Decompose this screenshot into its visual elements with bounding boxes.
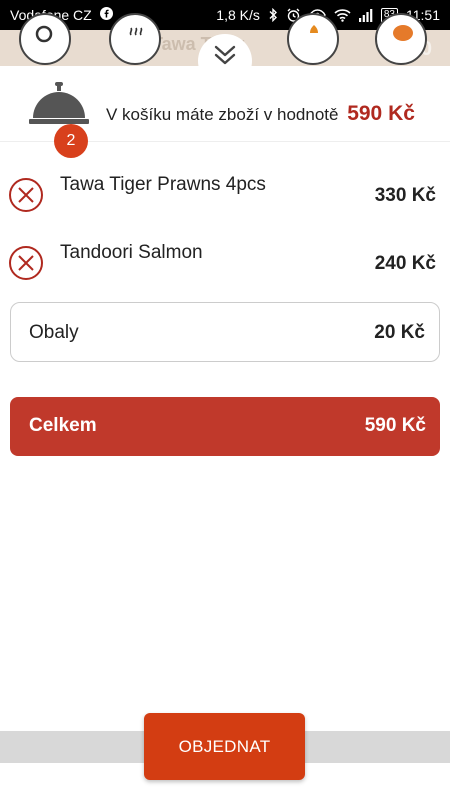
- total-price: 590 Kč: [364, 415, 426, 436]
- facebook-icon: [99, 7, 113, 23]
- wifi-icon: [334, 8, 351, 22]
- signal-icon: [358, 8, 373, 22]
- category-vegetables[interactable]: [287, 13, 339, 65]
- cart-item-price: 330 Kč: [374, 185, 436, 206]
- cart-summary: V košíku máte zboží v hodnotě 590 Kč: [106, 102, 415, 126]
- cloche-icon: [29, 82, 89, 124]
- cart-summary-text: V košíku máte zboží v hodnotě: [106, 105, 339, 124]
- cart-item: Tandoori Salmon 240 Kč: [0, 234, 450, 290]
- bluetooth-icon: [268, 8, 278, 22]
- cart-item-name: Tawa Tiger Prawns 4pcs: [60, 174, 266, 195]
- soup-icon: [129, 27, 143, 36]
- cart-summary-total: 590 Kč: [347, 102, 415, 125]
- double-chevron-down-icon: [214, 45, 236, 65]
- packaging-price: 20 Kč: [374, 322, 425, 343]
- chicken-leg-icon: [393, 25, 413, 41]
- cart-item-name: Tandoori Salmon: [60, 242, 203, 263]
- category-chicken[interactable]: [375, 13, 427, 65]
- cart-item: Tawa Tiger Prawns 4pcs 330 Kč: [0, 166, 450, 222]
- packaging-label: Obaly: [29, 322, 79, 343]
- category-soup[interactable]: [109, 13, 161, 65]
- remove-item-icon[interactable]: [8, 177, 44, 213]
- carrot-icon: [310, 25, 318, 33]
- category-search[interactable]: [19, 13, 71, 65]
- remove-item-icon[interactable]: [8, 245, 44, 281]
- order-button[interactable]: OBJEDNAT: [144, 713, 305, 780]
- total-row: Celkem 590 Kč: [10, 397, 440, 456]
- collapse-cart-button[interactable]: [198, 34, 252, 88]
- cart-item-price: 240 Kč: [374, 253, 436, 274]
- cart-count-badge: 2: [54, 124, 88, 158]
- search-icon: [35, 25, 53, 43]
- packaging-row: Obaly 20 Kč: [10, 302, 440, 362]
- network-speed: 1,8 K/s: [216, 7, 260, 23]
- total-label: Celkem: [29, 415, 97, 436]
